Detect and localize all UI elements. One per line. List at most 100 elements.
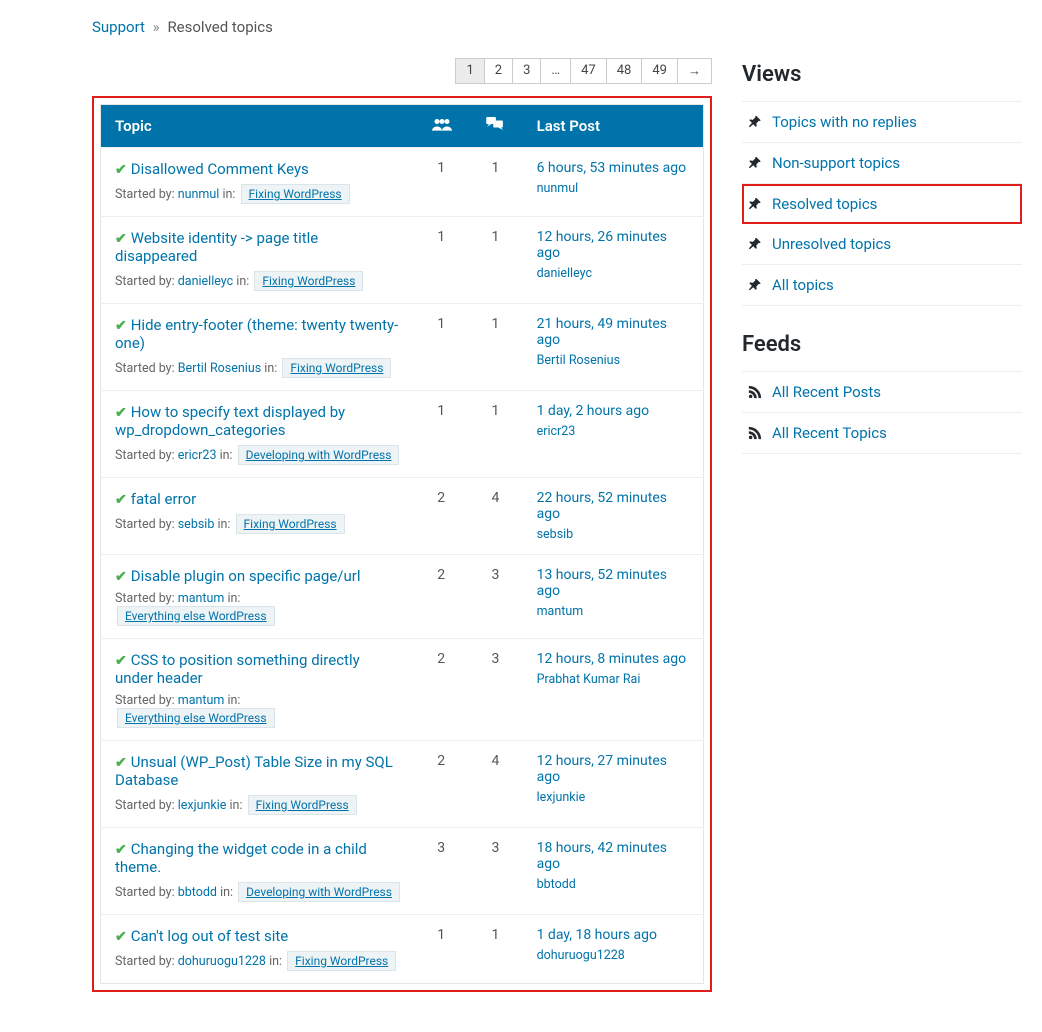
replies-count: 3 — [468, 639, 522, 741]
topic-starter-link[interactable]: danielleyc — [178, 274, 233, 289]
forum-tag-link[interactable]: Fixing WordPress — [248, 795, 357, 815]
table-row: ✔Changing the widget code in a child the… — [101, 828, 704, 915]
page-47[interactable]: 47 — [570, 58, 607, 84]
last-post-cell: 13 hours, 52 minutes ago mantum — [523, 555, 704, 639]
sidebar-feed-link[interactable]: All Recent Topics — [742, 413, 1022, 453]
forum-tag-link[interactable]: Developing with WordPress — [238, 882, 400, 902]
last-post-time-link[interactable]: 12 hours, 8 minutes ago — [537, 651, 689, 667]
last-post-time-link[interactable]: 22 hours, 52 minutes ago — [537, 490, 689, 522]
resolved-check-icon: ✔ — [115, 318, 127, 334]
topic-title-link[interactable]: Website identity -> page title disappear… — [115, 229, 318, 265]
page-49[interactable]: 49 — [641, 58, 678, 84]
sidebar-view-link[interactable]: Resolved topics — [744, 186, 1020, 222]
views-list: Topics with no replies Non-support topics… — [742, 101, 1022, 306]
last-post-time-link[interactable]: 12 hours, 26 minutes ago — [537, 229, 689, 261]
sidebar-view-link[interactable]: Topics with no replies — [742, 102, 1022, 142]
sidebar-item-label: Topics with no replies — [772, 113, 917, 131]
sidebar-view-link[interactable]: Non-support topics — [742, 143, 1022, 183]
resolved-check-icon: ✔ — [115, 492, 127, 508]
last-post-user-link[interactable]: mantum — [537, 604, 584, 619]
table-header-replies — [468, 105, 522, 148]
topic-title-link[interactable]: Disallowed Comment Keys — [131, 160, 309, 178]
last-post-user-link[interactable]: nunmul — [537, 181, 579, 196]
topic-meta: Started by: danielleyc in: Fixing WordPr… — [115, 271, 400, 291]
resolved-check-icon: ✔ — [115, 231, 127, 247]
table-row: ✔fatal error Started by: sebsib in: Fixin… — [101, 478, 704, 555]
page-1: 1 — [455, 58, 484, 84]
topic-starter-link[interactable]: nunmul — [178, 187, 220, 202]
forum-tag-link[interactable]: Fixing WordPress — [287, 951, 396, 971]
last-post-user-link[interactable]: dohuruogu1228 — [537, 948, 625, 963]
topic-starter-link[interactable]: mantum — [178, 591, 225, 606]
topic-starter-link[interactable]: ericr23 — [178, 448, 217, 463]
topic-title-link[interactable]: Disable plugin on specific page/url — [131, 567, 361, 585]
last-post-time-link[interactable]: 18 hours, 42 minutes ago — [537, 840, 689, 872]
last-post-time-link[interactable]: 12 hours, 27 minutes ago — [537, 753, 689, 785]
in-label: in: — [227, 693, 240, 708]
last-post-time-link[interactable]: 1 day, 18 hours ago — [537, 927, 689, 943]
table-row: ✔Hide entry-footer (theme: twenty twenty… — [101, 304, 704, 391]
topic-title-link[interactable]: Unsual (WP_Post) Table Size in my SQL Da… — [115, 753, 393, 789]
last-post-user-link[interactable]: ericr23 — [537, 424, 576, 439]
in-label: in: — [269, 954, 282, 969]
sidebar-feed-link[interactable]: All Recent Posts — [742, 372, 1022, 412]
forum-tag-link[interactable]: Everything else WordPress — [117, 606, 275, 626]
topic-starter-link[interactable]: mantum — [178, 693, 225, 708]
topic-meta: Started by: bbtodd in: Developing with W… — [115, 882, 400, 902]
replies-count: 1 — [468, 217, 522, 304]
forum-tag-link[interactable]: Developing with WordPress — [238, 445, 400, 465]
topic-title-link[interactable]: How to specify text displayed by wp_drop… — [115, 403, 345, 439]
last-post-user-link[interactable]: Bertil Rosenius — [537, 353, 620, 368]
page-3[interactable]: 3 — [512, 58, 541, 84]
page-48[interactable]: 48 — [606, 58, 643, 84]
topic-starter-link[interactable]: dohuruogu1228 — [178, 954, 266, 969]
replies-count: 4 — [468, 741, 522, 828]
last-post-user-link[interactable]: lexjunkie — [537, 790, 586, 805]
replies-count: 3 — [468, 828, 522, 915]
voices-count: 2 — [414, 555, 468, 639]
last-post-user-link[interactable]: bbtodd — [537, 877, 576, 892]
replies-count: 1 — [468, 915, 522, 984]
forum-tag-link[interactable]: Fixing WordPress — [282, 358, 391, 378]
last-post-time-link[interactable]: 1 day, 2 hours ago — [537, 403, 689, 419]
sidebar-item: Unresolved topics — [742, 224, 1022, 265]
table-row: ✔CSS to position something directly unde… — [101, 639, 704, 741]
started-by-label: Started by: — [115, 274, 175, 289]
topic-title-link[interactable]: CSS to position something directly under… — [115, 651, 360, 687]
forum-tag-link[interactable]: Fixing WordPress — [236, 514, 345, 534]
topic-starter-link[interactable]: Bertil Rosenius — [178, 361, 261, 376]
last-post-user-link[interactable]: Prabhat Kumar Rai — [537, 672, 641, 687]
topic-starter-link[interactable]: sebsib — [178, 517, 215, 532]
forum-tag-link[interactable]: Fixing WordPress — [254, 271, 363, 291]
sidebar-item-label: All Recent Posts — [772, 383, 881, 401]
resolved-check-icon: ✔ — [115, 842, 127, 858]
breadcrumb-root-link[interactable]: Support — [92, 18, 145, 36]
replies-count: 4 — [468, 478, 522, 555]
topic-meta: Started by: sebsib in: Fixing WordPress — [115, 514, 400, 534]
last-post-user-link[interactable]: sebsib — [537, 527, 574, 542]
in-label: in: — [220, 885, 233, 900]
sidebar-item: Topics with no replies — [742, 102, 1022, 143]
topic-starter-link[interactable]: bbtodd — [178, 885, 217, 900]
topic-title-link[interactable]: fatal error — [131, 490, 196, 508]
page-…[interactable]: … — [540, 58, 571, 84]
topic-title-link[interactable]: Can't log out of test site — [131, 927, 288, 945]
replies-count: 1 — [468, 148, 522, 217]
table-row: ✔Website identity -> page title disappea… — [101, 217, 704, 304]
topic-title-link[interactable]: Changing the widget code in a child them… — [115, 840, 367, 876]
last-post-cell: 12 hours, 27 minutes ago lexjunkie — [523, 741, 704, 828]
page-2[interactable]: 2 — [484, 58, 513, 84]
topic-starter-link[interactable]: lexjunkie — [178, 798, 227, 813]
sidebar-view-link[interactable]: Unresolved topics — [742, 224, 1022, 264]
page-→[interactable]: → — [677, 58, 712, 84]
last-post-user-link[interactable]: danielleyc — [537, 266, 592, 281]
last-post-time-link[interactable]: 6 hours, 53 minutes ago — [537, 160, 689, 176]
topic-title-link[interactable]: Hide entry-footer (theme: twenty twenty-… — [115, 316, 398, 352]
forum-tag-link[interactable]: Everything else WordPress — [117, 708, 275, 728]
last-post-time-link[interactable]: 13 hours, 52 minutes ago — [537, 567, 689, 599]
started-by-label: Started by: — [115, 591, 175, 606]
forum-tag-link[interactable]: Fixing WordPress — [241, 184, 350, 204]
voices-count: 1 — [414, 304, 468, 391]
sidebar-view-link[interactable]: All topics — [742, 265, 1022, 305]
last-post-time-link[interactable]: 21 hours, 49 minutes ago — [537, 316, 689, 348]
